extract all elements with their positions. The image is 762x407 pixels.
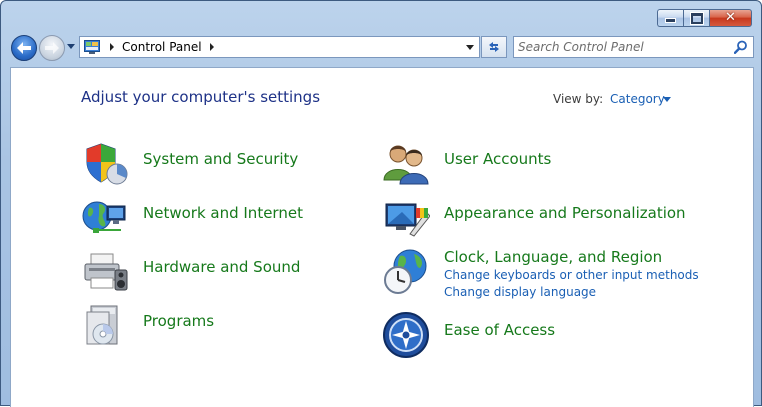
- shield-icon: [86, 143, 128, 185]
- category-title[interactable]: User Accounts: [444, 150, 551, 168]
- globe-network-icon: [82, 201, 126, 233]
- close-icon: ✕: [725, 10, 736, 25]
- ease-of-access-icon: [383, 312, 429, 358]
- control-panel-window: ✕ Control Panel Search Control Panel Adj…: [0, 0, 762, 407]
- forward-button[interactable]: [39, 35, 65, 61]
- refresh-icon: [489, 42, 499, 52]
- control-panel-icon: [84, 40, 100, 54]
- breadcrumb-control-panel[interactable]: Control Panel: [122, 40, 202, 54]
- search-icon[interactable]: [734, 40, 748, 54]
- category-title[interactable]: System and Security: [143, 150, 298, 168]
- recent-pages-dropdown[interactable]: [67, 44, 75, 49]
- search-input[interactable]: [518, 39, 728, 55]
- category-title[interactable]: Hardware and Sound: [143, 258, 300, 276]
- content-panel: Adjust your computer's settings View by:…: [10, 67, 754, 407]
- address-history-dropdown[interactable]: [466, 45, 474, 50]
- users-icon: [383, 145, 429, 185]
- forward-arrow-icon: [45, 42, 59, 54]
- breadcrumb-expand-icon[interactable]: [209, 43, 214, 51]
- clock-globe-icon: [384, 249, 427, 294]
- link-change-keyboards[interactable]: Change keyboards or other input methods: [444, 268, 699, 282]
- address-bar[interactable]: Control Panel: [79, 36, 480, 58]
- category-title[interactable]: Ease of Access: [444, 321, 555, 339]
- close-button[interactable]: ✕: [709, 9, 752, 27]
- programs-icon: [86, 305, 118, 345]
- caption-buttons: ✕: [657, 9, 752, 27]
- monitor-palette-icon: [385, 203, 430, 237]
- maximize-button[interactable]: [683, 9, 709, 27]
- minimize-button[interactable]: [657, 9, 683, 27]
- back-arrow-icon: [17, 42, 31, 54]
- refresh-button[interactable]: [481, 36, 507, 58]
- search-box[interactable]: [513, 36, 754, 58]
- back-button[interactable]: [11, 35, 37, 61]
- minimize-icon: [665, 18, 676, 23]
- category-title[interactable]: Appearance and Personalization: [444, 204, 686, 222]
- breadcrumb-separator-icon[interactable]: [110, 43, 114, 51]
- page-title: Adjust your computer's settings: [81, 88, 321, 106]
- view-by-dropdown[interactable]: Category: [610, 92, 665, 106]
- printer-icon: [84, 253, 128, 291]
- category-title[interactable]: Clock, Language, and Region: [444, 248, 662, 266]
- category-title[interactable]: Programs: [143, 312, 214, 330]
- view-by-label: View by:: [553, 92, 604, 106]
- chevron-down-icon[interactable]: [663, 97, 671, 102]
- link-change-display-language[interactable]: Change display language: [444, 285, 596, 299]
- maximize-icon: [689, 11, 704, 25]
- category-title[interactable]: Network and Internet: [143, 204, 303, 222]
